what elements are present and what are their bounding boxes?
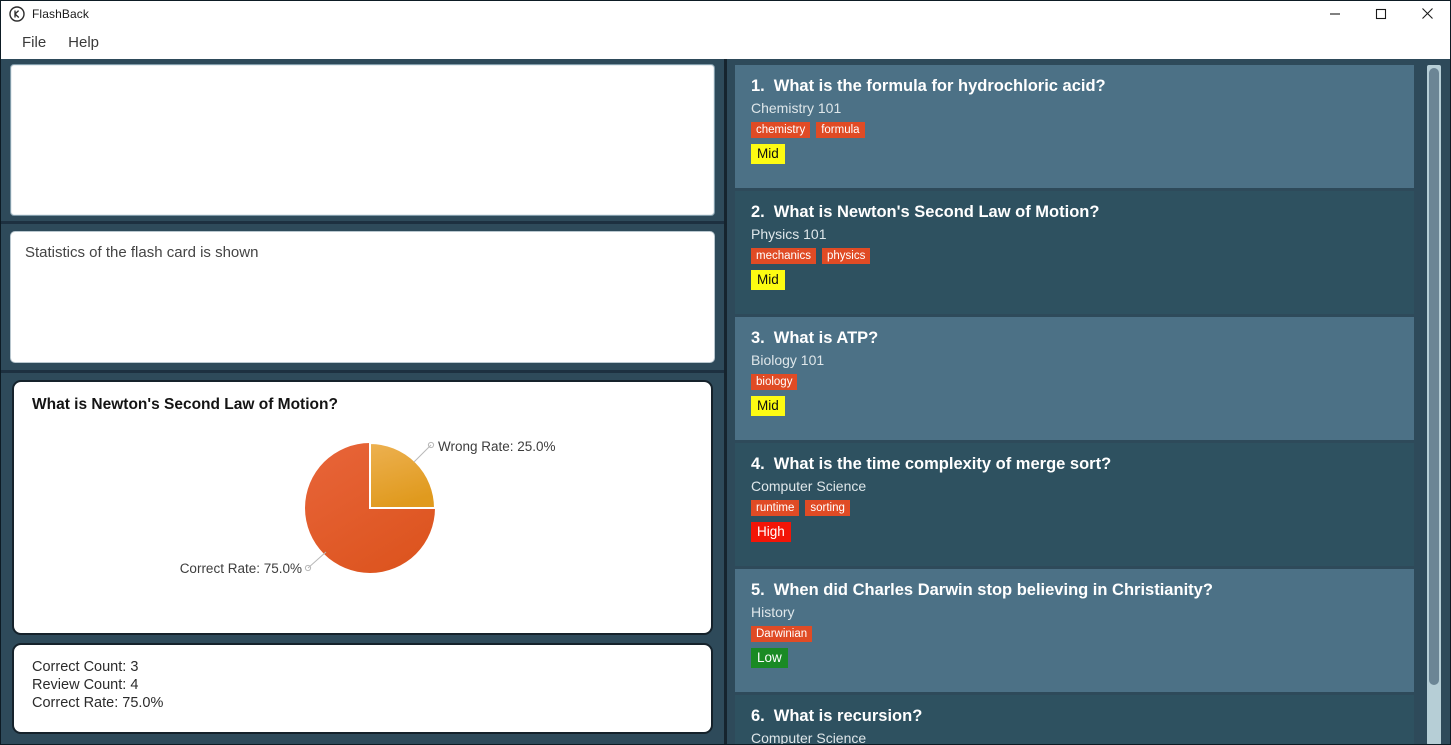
tag[interactable]: chemistry bbox=[751, 122, 811, 138]
answer-input[interactable] bbox=[10, 64, 715, 216]
card-number: 5. bbox=[751, 581, 765, 599]
scrollbar-thumb[interactable] bbox=[1429, 68, 1439, 685]
card-number: 2. bbox=[751, 203, 765, 221]
tag[interactable]: formula bbox=[816, 122, 865, 138]
priority-badge: Mid bbox=[751, 144, 785, 164]
card-priority-row: Mid bbox=[751, 270, 1398, 290]
pie-chart: Wrong Rate: 25.0% Correct Rate: 75.0% bbox=[14, 418, 711, 628]
card-tags: Darwinian bbox=[751, 626, 1398, 643]
list-item[interactable]: 4. What is the time complexity of merge s… bbox=[735, 443, 1414, 566]
card-priority-row: Low bbox=[751, 648, 1398, 668]
card-title: 3. What is ATP? bbox=[751, 329, 1398, 348]
app-logo-icon bbox=[9, 5, 25, 22]
card-priority-row: Mid bbox=[751, 396, 1398, 416]
priority-badge: Low bbox=[751, 648, 788, 668]
hint-box: Statistics of the flash card is shown bbox=[10, 231, 715, 363]
card-question: What is Newton's Second Law of Motion? bbox=[773, 203, 1100, 221]
card-title: 4. What is the time complexity of merge s… bbox=[751, 455, 1398, 474]
card-category: Chemistry 101 bbox=[751, 100, 842, 116]
card-title: 1. What is the formula for hydrochloric a… bbox=[751, 77, 1398, 96]
close-icon[interactable] bbox=[1404, 1, 1450, 26]
tag[interactable]: mechanics bbox=[751, 248, 816, 264]
card-category: Computer Science bbox=[751, 478, 867, 494]
tag[interactable]: sorting bbox=[805, 500, 850, 516]
right-panel: 1. What is the formula for hydrochloric a… bbox=[727, 59, 1450, 745]
pie-label-wrong: Wrong Rate: 25.0% bbox=[438, 439, 556, 454]
flashcard-list[interactable]: 1. What is the formula for hydrochloric a… bbox=[735, 65, 1414, 745]
priority-badge: High bbox=[751, 522, 791, 542]
card-question: What is ATP? bbox=[773, 329, 879, 347]
pie-label-correct: Correct Rate: 75.0% bbox=[180, 561, 302, 576]
counters-section: Correct Count: 3 Review Count: 4 Correct… bbox=[1, 635, 724, 743]
card-category: Computer Science bbox=[751, 730, 867, 745]
card-category: History bbox=[751, 604, 795, 620]
priority-badge: Mid bbox=[751, 396, 785, 416]
menu-item-help[interactable]: Help bbox=[59, 31, 108, 54]
list-item[interactable]: 3. What is ATP? Biology 101 biology Mid bbox=[735, 317, 1414, 440]
card-number: 3. bbox=[751, 329, 765, 347]
chart-title: What is Newton's Second Law of Motion? bbox=[32, 396, 338, 413]
card-title: 2. What is Newton's Second Law of Motion? bbox=[751, 203, 1398, 222]
card-tags: chemistry formula bbox=[751, 122, 1398, 139]
card-question: What is recursion? bbox=[773, 707, 923, 725]
card-tags: mechanics physics bbox=[751, 248, 1398, 265]
tag[interactable]: runtime bbox=[751, 500, 800, 516]
card-number: 1. bbox=[751, 77, 765, 95]
answer-input-section bbox=[1, 59, 724, 221]
priority-badge: Mid bbox=[751, 270, 785, 290]
card-category: Biology 101 bbox=[751, 352, 825, 368]
main-body: Statistics of the flash card is shown Wh… bbox=[1, 59, 1450, 745]
list-item[interactable]: 6. What is recursion? Computer Science bbox=[735, 695, 1414, 745]
card-title: 6. What is recursion? bbox=[751, 707, 1398, 726]
card-number: 6. bbox=[751, 707, 765, 725]
title-bar: FlashBack bbox=[1, 1, 1450, 26]
list-item[interactable]: 2. What is Newton's Second Law of Motion?… bbox=[735, 191, 1414, 314]
maximize-icon[interactable] bbox=[1358, 1, 1404, 26]
list-item[interactable]: 5. When did Charles Darwin stop believing… bbox=[735, 569, 1414, 692]
card-question: What is the time complexity of merge sor… bbox=[773, 455, 1112, 473]
window-title: FlashBack bbox=[32, 6, 89, 21]
tag[interactable]: physics bbox=[821, 248, 871, 264]
card-category: Physics 101 bbox=[751, 226, 827, 242]
list-item[interactable]: 1. What is the formula for hydrochloric a… bbox=[735, 65, 1414, 188]
card-number: 4. bbox=[751, 455, 765, 473]
vertical-scrollbar[interactable] bbox=[1427, 65, 1441, 744]
menu-bar: File Help bbox=[1, 26, 1450, 59]
card-priority-row: High bbox=[751, 522, 1398, 542]
menu-item-file[interactable]: File bbox=[13, 31, 55, 54]
correct-count-line: Correct Count: 3 bbox=[32, 659, 139, 675]
flashback-window: FlashBack File Help Statistics of the fl… bbox=[0, 0, 1451, 745]
card-tags: biology bbox=[751, 374, 1398, 391]
chart-card: What is Newton's Second Law of Motion? W… bbox=[12, 380, 713, 635]
counters-card: Correct Count: 3 Review Count: 4 Correct… bbox=[12, 643, 713, 734]
tag[interactable]: Darwinian bbox=[751, 626, 813, 642]
card-priority-row: Mid bbox=[751, 144, 1398, 164]
card-title: 5. When did Charles Darwin stop believing… bbox=[751, 581, 1398, 600]
left-panel: Statistics of the flash card is shown Wh… bbox=[1, 59, 724, 744]
card-question: When did Charles Darwin stop believing i… bbox=[773, 581, 1213, 599]
hint-section: Statistics of the flash card is shown bbox=[1, 224, 724, 370]
chart-section: What is Newton's Second Law of Motion? W… bbox=[1, 373, 724, 635]
tag[interactable]: biology bbox=[751, 374, 798, 390]
review-count-line: Review Count: 4 bbox=[32, 677, 139, 693]
correct-rate-line: Correct Rate: 75.0% bbox=[32, 695, 164, 711]
card-question: What is the formula for hydrochloric aci… bbox=[773, 77, 1106, 95]
card-tags: runtime sorting bbox=[751, 500, 1398, 517]
minimize-icon[interactable] bbox=[1312, 1, 1358, 26]
